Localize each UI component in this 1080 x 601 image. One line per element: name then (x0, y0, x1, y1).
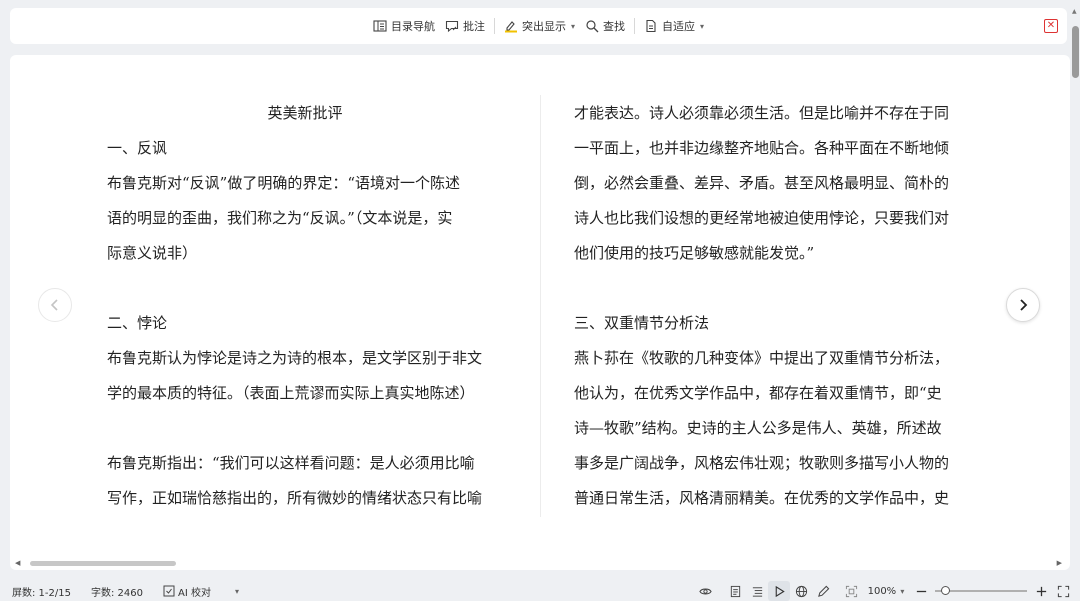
zoom-slider[interactable] (935, 581, 1027, 601)
left-column: 英美新批评 一、反讽 布鲁克斯对“反讽”做了明确的界定：“语境对一个陈述 语的明… (107, 96, 503, 516)
zoom-in-icon (1036, 586, 1046, 596)
fit-page-label: 自适应 (662, 20, 695, 33)
document-page: 英美新批评 一、反讽 布鲁克斯对“反讽”做了明确的界定：“语境对一个陈述 语的明… (10, 55, 1070, 570)
next-page-button[interactable] (1006, 288, 1040, 322)
toc-navigation-button[interactable]: 目录导航 (368, 14, 440, 38)
text-line: 学的最本质的特征。（表面上荒谬而实际上真实地陈述） (107, 384, 475, 402)
outline-view-button[interactable] (746, 581, 768, 601)
text-line: 诗人也比我们设想的更经常地被迫使用悖论，只要我们对 (574, 209, 950, 227)
toolbar-divider (493, 18, 495, 34)
text-line: 写作，正如瑞恰慈指出的，所有微妙的情绪状态只有比喻 (107, 489, 483, 507)
horizontal-scrollbar[interactable]: ◀ ▶ (10, 558, 1067, 570)
fullscreen-button[interactable] (1052, 581, 1074, 601)
page-view-button[interactable] (724, 581, 746, 601)
zoom-out-button[interactable] (910, 581, 932, 601)
highlight-button[interactable]: 突出显示 ▾ (499, 14, 580, 38)
ai-proofread-icon (163, 585, 175, 597)
play-icon (775, 585, 785, 597)
write-mode-button[interactable] (812, 581, 834, 601)
web-view-button[interactable] (790, 581, 812, 601)
text-line: 际意义说非） (107, 244, 198, 262)
next-page-icon (1020, 299, 1028, 311)
chevron-down-icon: ▾ (234, 586, 239, 596)
text-line: 事多是广阔战争，风格宏伟壮观；牧歌则多描写小人物的 (574, 454, 950, 472)
text-line: 才能表达。诗人必须靠必须生活。但是比喻并不存在于同 (574, 104, 950, 122)
previous-page-button[interactable] (38, 288, 72, 322)
page-view-icon (730, 585, 740, 597)
scroll-right-icon[interactable]: ▶ (1057, 559, 1062, 567)
highlight-label: 突出显示 (521, 20, 566, 33)
chevron-down-icon: ▾ (700, 21, 705, 31)
reading-mode-button[interactable] (768, 581, 790, 601)
document-title: 英美新批评 (267, 104, 343, 122)
reading-toolbar: 目录导航 批注 突出显示 ▾ 查找 自适应 ▾ ✕ (10, 8, 1067, 44)
text-line: 一平面上，也并非边缘整齐地贴合。各种平面在不断地倾 (574, 139, 950, 157)
scroll-left-icon[interactable]: ◀ (15, 559, 20, 567)
text-line: 诗—牧歌”结构。史诗的主人公多是伟人、英雄，所述故 (574, 419, 942, 437)
comment-label: 批注 (462, 20, 485, 33)
toc-icon (373, 20, 387, 32)
find-label: 查找 (603, 20, 625, 33)
text-line: 布鲁克斯对“反讽”做了明确的界定：“语境对一个陈述 (107, 174, 461, 192)
section-heading: 三、双重情节分析法 (574, 314, 710, 332)
text-line: 语的明显的歪曲，我们称之为“反讽。”（文本说是，实 (107, 209, 453, 227)
outline-icon (752, 586, 762, 597)
ai-proofread-label: AI 校对 (177, 587, 211, 599)
text-line: 布鲁克斯指出：“我们可以这样看问题：是人必须用比喻 (107, 454, 475, 472)
section-heading: 一、反讽 (107, 139, 168, 157)
ai-proofread-button[interactable]: AI 校对 ▾ (163, 584, 259, 599)
section-heading: 二、悖论 (107, 314, 168, 332)
pen-icon (817, 585, 829, 597)
vertical-scrollbar[interactable]: ▲ (1071, 8, 1080, 573)
globe-icon (795, 585, 807, 597)
chevron-down-icon: ▾ (900, 586, 905, 596)
right-column: 才能表达。诗人必须靠必须生活。但是比喻并不存在于同 一平面上，也并非边缘整齐地贴… (574, 96, 970, 516)
text-line: 普通日常生活，风格清丽精美。在优秀的文学作品中，史 (574, 489, 950, 507)
scroll-up-icon[interactable]: ▲ (1072, 8, 1077, 15)
word-count[interactable]: 字数: 2460 (91, 584, 143, 599)
zoom-level-dropdown[interactable]: 100% ▾ (862, 586, 910, 597)
screenshot-button[interactable] (840, 581, 862, 601)
eye-protection-button[interactable] (694, 581, 716, 601)
zoom-out-icon (916, 590, 926, 592)
prev-page-icon (50, 299, 58, 311)
text-line: 燕卜荪在《牧歌的几种变体》中提出了双重情节分析法， (574, 349, 950, 367)
chevron-down-icon: ▾ (570, 21, 575, 31)
scrollbar-thumb[interactable] (1072, 26, 1079, 78)
text-line: 他们使用的技巧足够敏感就能发觉。” (574, 244, 815, 262)
text-line: 他认为，在优秀文学作品中，都存在着双重情节，即“史 (574, 384, 942, 402)
comment-button[interactable]: 批注 (440, 14, 490, 38)
eye-icon (698, 588, 712, 594)
scrollbar-thumb[interactable] (30, 561, 176, 566)
zoom-level: 100% (867, 585, 897, 597)
toolbar-divider (634, 18, 635, 34)
comment-icon (445, 20, 459, 33)
close-icon[interactable]: ✕ (1044, 19, 1058, 33)
screenshot-icon (845, 585, 857, 597)
fullscreen-icon (1057, 585, 1069, 597)
zoom-in-button[interactable] (1030, 581, 1052, 601)
zoom-slider-knob[interactable] (941, 586, 950, 595)
text-line: 倒，必然会重叠、差异、矛盾。甚至风格最明显、简朴的 (574, 174, 950, 192)
screen-count: 屏数: 1-2/15 (12, 587, 71, 599)
search-icon (586, 20, 599, 33)
toc-navigation-label: 目录导航 (390, 20, 435, 33)
fit-page-icon (646, 19, 656, 33)
column-divider (540, 95, 541, 517)
find-button[interactable]: 查找 (580, 14, 630, 38)
text-line: 布鲁克斯认为悖论是诗之为诗的根本，是文学区别于非文 (107, 349, 483, 367)
fit-page-button[interactable]: 自适应 ▾ (639, 14, 709, 38)
highlight-icon (504, 21, 517, 33)
status-bar: 屏数: 1-2/15 字数: 2460 AI 校对 ▾ 100% ▾ (0, 581, 1080, 601)
